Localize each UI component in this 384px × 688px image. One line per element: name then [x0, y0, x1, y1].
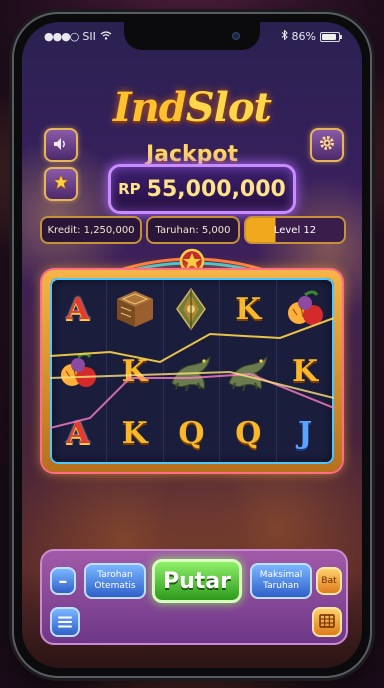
reel-symbol-j: J [277, 402, 334, 464]
reel-letter: A [66, 291, 90, 327]
signal-text: SII [82, 30, 96, 43]
credit-display: Kredit: 1,250,000 [40, 216, 142, 244]
phone-screen: ●●●○ SII 86% IndSlot Jackpot RP 55,000,0… [22, 22, 362, 668]
battery-icon [320, 31, 342, 42]
reel-letter: K [121, 353, 148, 389]
auto-bet-button[interactable]: Tarohan Otematis [84, 563, 146, 599]
star-icon [53, 174, 69, 194]
reel-letter: K [121, 415, 148, 451]
reel-letter: J [297, 415, 313, 451]
max-bet-button[interactable]: Maksimal Taruhan [250, 563, 312, 599]
komodo-icon [164, 340, 221, 402]
reel-symbol-k: K [277, 340, 334, 402]
logo-text-part1: Ind [112, 84, 187, 131]
reel-letter: Q [178, 415, 205, 451]
fruit-icon [277, 278, 334, 340]
phone-frame: ●●●○ SII 86% IndSlot Jackpot RP 55,000,0… [14, 14, 370, 676]
reel-grid: AKKKAKQQJ [50, 278, 334, 464]
menu-button[interactable] [50, 607, 80, 637]
reel-letter: Q [235, 415, 262, 451]
logo-text-part2: Slot [185, 84, 272, 131]
fruit-icon [50, 340, 107, 402]
reel-symbol-k: K [107, 402, 164, 464]
menu-icon [57, 613, 73, 632]
decrease-bet-button[interactable]: – [50, 567, 76, 595]
reel-symbol-q: Q [220, 402, 278, 464]
bluetooth-icon [281, 29, 288, 43]
slot-machine: AKKKAKQQJ [42, 270, 342, 472]
battery-percent: 86% [291, 30, 316, 43]
jackpot-amount: 55,000,000 [146, 176, 286, 202]
jackpot-currency: RP [118, 180, 141, 198]
jackpot-display: RP 55,000,000 [108, 164, 296, 214]
reel-symbol-k: K [220, 278, 278, 340]
signal-dots-icon: ●●●○ [44, 30, 79, 43]
wayang-icon [164, 278, 221, 340]
favorite-button[interactable] [44, 167, 78, 201]
reel-symbol-k: K [107, 340, 164, 402]
spin-button[interactable]: Putar [152, 559, 242, 603]
wifi-icon [100, 30, 112, 43]
control-panel: – Tarohan Otematis Putar Maksimal Taruha… [40, 549, 348, 645]
komodo-icon [220, 340, 278, 402]
reel-letter: K [235, 291, 262, 327]
reel-letter: K [292, 353, 319, 389]
bet-display: Taruhan: 5,000 [146, 216, 240, 244]
reel-symbol-q: Q [164, 402, 221, 464]
batik-icon [107, 278, 164, 340]
status-right: 86% [281, 29, 342, 43]
grid-icon [319, 613, 335, 632]
camera-icon [232, 32, 240, 40]
level-display: Level 12 [244, 216, 346, 244]
game-logo: IndSlot [22, 84, 362, 131]
reel-letter: A [66, 415, 90, 451]
reel-symbol-a: A [50, 278, 107, 340]
game-stage: ●●●○ SII 86% IndSlot Jackpot RP 55,000,0… [0, 0, 384, 688]
status-left: ●●●○ SII [44, 30, 112, 43]
bet-button[interactable]: Bat [316, 567, 342, 595]
paytable-button[interactable] [312, 607, 342, 637]
reel-symbol-a: A [50, 402, 107, 464]
